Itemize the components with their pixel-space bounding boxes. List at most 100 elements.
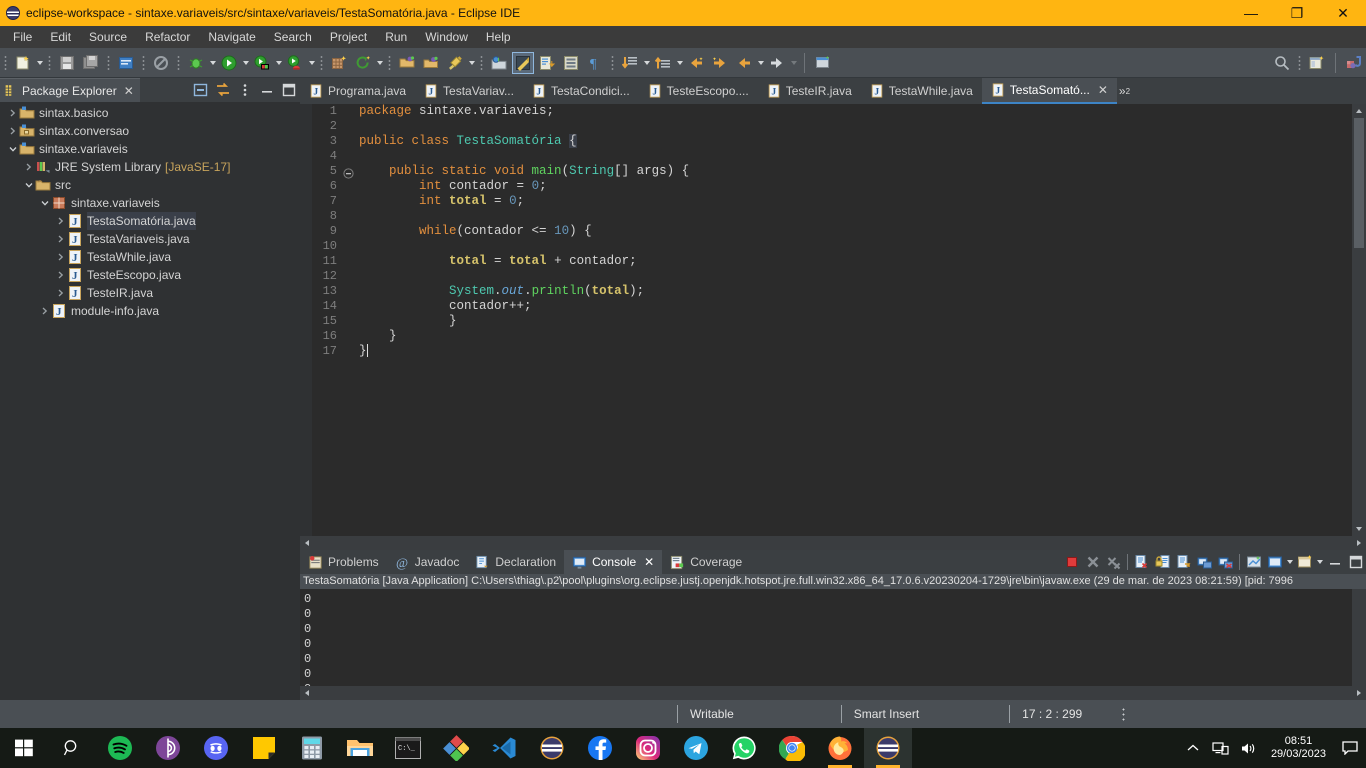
word-wrap-icon[interactable] — [1173, 552, 1194, 573]
menu-item-navigate[interactable]: Navigate — [199, 28, 264, 46]
tab-package-explorer[interactable]: Package Explorer ✕ — [0, 78, 140, 102]
java-perspective-icon[interactable] — [1343, 52, 1365, 74]
maximize-view-icon[interactable] — [1345, 552, 1366, 573]
open-perspective-active-icon[interactable] — [512, 51, 534, 74]
collapse-all-icon[interactable] — [190, 79, 212, 101]
code-editor[interactable]: 1 2 3 4 5 6 7 8 9 10 11 12 13 14 15 16 1… — [300, 104, 1366, 536]
new-java-class-icon[interactable] — [115, 52, 137, 74]
chevron-right-icon[interactable] — [54, 266, 67, 284]
scroll-right-icon[interactable] — [1352, 536, 1366, 550]
run-icon[interactable] — [218, 52, 240, 74]
console-output-area[interactable]: 0000000 — [300, 589, 1366, 686]
search-button[interactable] — [48, 728, 96, 768]
chevron-down-icon[interactable] — [38, 194, 51, 212]
close-icon[interactable]: ✕ — [1098, 83, 1108, 97]
tree-item-testasomatoria-java[interactable]: J TestaSomatória.java — [0, 212, 300, 230]
close-icon[interactable]: ✕ — [644, 555, 654, 569]
editor-marker-bar[interactable] — [300, 104, 312, 536]
open-element-icon[interactable] — [536, 52, 558, 74]
quick-access-search-icon[interactable] — [1271, 52, 1293, 74]
network-icon[interactable] — [1207, 728, 1235, 768]
scroll-left-icon[interactable] — [300, 686, 314, 700]
tree-item-testavariaveis-java[interactable]: J TestaVariaveis.java — [0, 230, 300, 248]
editor-vertical-scrollbar[interactable] — [1352, 104, 1366, 536]
volume-icon[interactable] — [1235, 728, 1263, 768]
console-horizontal-scrollbar[interactable] — [300, 686, 1366, 700]
new-wizard-dropdown-icon[interactable] — [35, 52, 44, 74]
scrollbar-track[interactable] — [314, 536, 1352, 550]
menu-item-file[interactable]: File — [4, 28, 41, 46]
next-annotation-icon[interactable] — [619, 52, 641, 74]
server-dropdown-icon[interactable] — [307, 52, 316, 74]
open-task-icon[interactable] — [396, 52, 418, 74]
tab-testeescopo[interactable]: J TesteEscopo.... — [639, 78, 758, 104]
show-console-on-output-icon[interactable] — [1194, 552, 1215, 573]
editor-horizontal-scrollbar[interactable] — [300, 536, 1366, 550]
scroll-left-icon[interactable] — [300, 536, 314, 550]
task-repository-icon[interactable] — [444, 52, 466, 74]
taskbar-clock[interactable]: 08:51 29/03/2023 — [1263, 735, 1334, 761]
tab-coverage[interactable]: Coverage — [662, 550, 750, 574]
taskbar-google-chrome[interactable] — [768, 728, 816, 768]
tree-item-package-sintaxe-variaveis[interactable]: sintaxe.variaveis — [0, 194, 300, 212]
previous-annotation-icon[interactable] — [652, 52, 674, 74]
tab-declaration[interactable]: Declaration — [467, 550, 564, 574]
taskbar-sticky-notes[interactable] — [240, 728, 288, 768]
terminate-icon[interactable] — [1061, 552, 1082, 573]
tab-programa-java[interactable]: J Programa.java — [300, 78, 415, 104]
taskbar-file-explorer[interactable] — [336, 728, 384, 768]
link-with-editor-icon[interactable] — [212, 79, 234, 101]
refresh-icon[interactable] — [352, 52, 374, 74]
tab-testacondici[interactable]: J TestaCondici... — [523, 78, 639, 104]
menu-item-edit[interactable]: Edit — [41, 28, 80, 46]
tree-item-testeir-java[interactable]: J TesteIR.java — [0, 284, 300, 302]
tab-testeir-java[interactable]: J TesteIR.java — [758, 78, 861, 104]
taskbar-eclipse-ide[interactable] — [864, 728, 912, 768]
clear-console-icon[interactable] — [1131, 552, 1152, 573]
project-tree[interactable]: sintax.basico sintax.conversao sintaxe.v… — [0, 102, 300, 700]
chevron-right-icon[interactable] — [54, 284, 67, 302]
overview-ruler[interactable] — [1338, 104, 1352, 536]
scroll-lock-icon[interactable] — [1152, 552, 1173, 573]
tab-testavariav[interactable]: J TestaVariav... — [415, 78, 523, 104]
scroll-down-icon[interactable] — [1352, 522, 1366, 536]
chevron-right-icon[interactable] — [22, 158, 35, 176]
forward-icon[interactable] — [766, 52, 788, 74]
source-code[interactable]: package sintaxe.variaveis; public class … — [356, 104, 1338, 536]
start-button[interactable] — [0, 728, 48, 768]
menu-item-source[interactable]: Source — [80, 28, 136, 46]
maximize-view-icon[interactable] — [278, 79, 300, 101]
taskbar-tor-browser[interactable] — [144, 728, 192, 768]
minimize-view-icon[interactable] — [256, 79, 278, 101]
next-annotation-dropdown-icon[interactable] — [642, 52, 651, 74]
taskbar-spotify[interactable] — [96, 728, 144, 768]
taskbar-whatsapp[interactable] — [720, 728, 768, 768]
menu-item-help[interactable]: Help — [477, 28, 520, 46]
task-dropdown-icon[interactable] — [467, 52, 476, 74]
new-console-dropdown-icon[interactable] — [1315, 551, 1324, 573]
display-selected-console-icon[interactable] — [1243, 552, 1264, 573]
editor-tab-overflow[interactable]: » 2 — [1117, 78, 1134, 104]
new-wizard-icon[interactable] — [12, 52, 34, 74]
status-menu-icon[interactable] — [1122, 707, 1126, 721]
minimize-button[interactable]: — — [1228, 0, 1274, 26]
run-coverage-icon[interactable] — [251, 52, 273, 74]
open-task-2-icon[interactable] — [420, 52, 442, 74]
previous-annotation-dropdown-icon[interactable] — [675, 52, 684, 74]
menu-item-project[interactable]: Project — [321, 28, 376, 46]
debug-dropdown-icon[interactable] — [208, 52, 217, 74]
pilcrow-icon[interactable]: ¶ — [584, 52, 606, 74]
new-java-project-icon[interactable] — [328, 52, 350, 74]
chevron-right-icon[interactable] — [38, 302, 51, 320]
taskbar-vs-code[interactable] — [480, 728, 528, 768]
chevron-right-icon[interactable] — [6, 122, 19, 140]
fold-collapse-icon[interactable] — [343, 166, 354, 184]
skip-breakpoints-icon[interactable] — [150, 52, 172, 74]
remove-all-terminated-icon[interactable] — [1103, 552, 1124, 573]
tree-item-sintax-conversao[interactable]: sintax.conversao — [0, 122, 300, 140]
menu-item-search[interactable]: Search — [265, 28, 321, 46]
scroll-up-icon[interactable] — [1352, 104, 1366, 118]
close-icon[interactable]: ✕ — [124, 84, 134, 98]
save-icon[interactable] — [56, 52, 78, 74]
open-console-icon[interactable] — [1264, 552, 1285, 573]
